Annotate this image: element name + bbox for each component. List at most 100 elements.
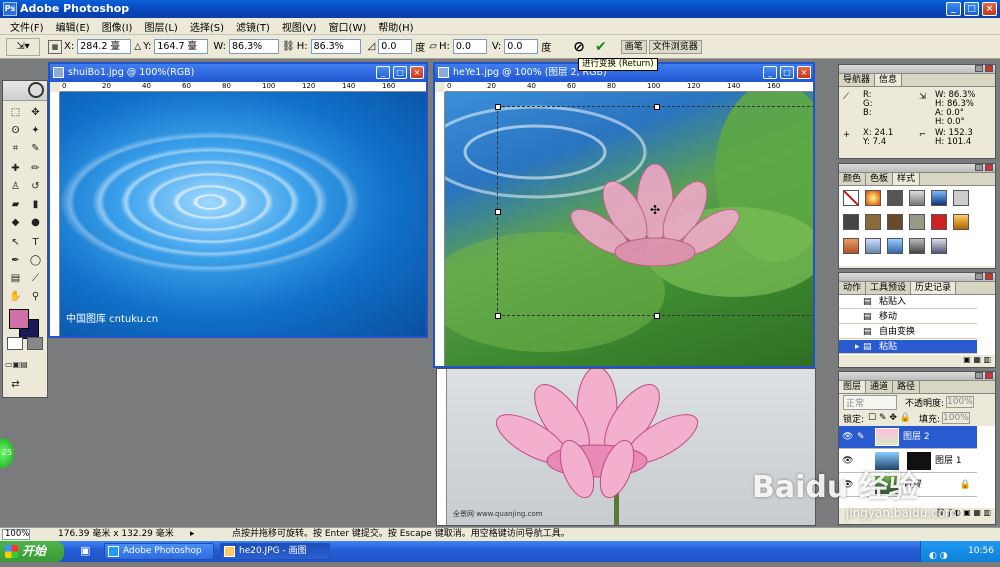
- h-input[interactable]: 86.3%: [310, 39, 361, 54]
- jump-to-imageready-icon[interactable]: ⇄: [7, 377, 24, 392]
- marquee-tool-icon[interactable]: ⬚: [7, 105, 24, 120]
- tab-color[interactable]: 颜色: [839, 173, 867, 185]
- style-swatch[interactable]: [909, 190, 925, 206]
- style-swatch[interactable]: [887, 190, 903, 206]
- commit-transform-icon[interactable]: ✔: [595, 39, 607, 55]
- menu-layer[interactable]: 图层(L): [138, 19, 183, 34]
- layer-visibility-icon[interactable]: 👁: [842, 426, 853, 449]
- history-item[interactable]: ▤ 移动: [839, 310, 977, 324]
- water-ripple-image[interactable]: 中国图库 cntuku.cn: [60, 92, 426, 336]
- tab-file-browser[interactable]: 文件浏览器: [648, 39, 702, 54]
- eyedropper-icon[interactable]: ⟋: [27, 271, 44, 286]
- tab-paths[interactable]: 路径: [893, 381, 921, 393]
- tray-icons[interactable]: ◐ ◑: [929, 546, 948, 567]
- transform-handle[interactable]: [654, 313, 660, 319]
- blur-tool-icon[interactable]: ◆: [7, 215, 24, 230]
- brush-link-icon[interactable]: ✎: [857, 426, 865, 449]
- y-input[interactable]: 164.7 臺: [154, 39, 209, 54]
- history-item[interactable]: ▤ 粘贴入: [839, 295, 977, 309]
- style-swatch[interactable]: [953, 214, 969, 230]
- panel-header[interactable]: [839, 65, 995, 74]
- style-swatch[interactable]: [953, 190, 969, 206]
- tab-tool-presets[interactable]: 工具预设: [866, 282, 912, 294]
- lasso-tool-icon[interactable]: ʘ: [7, 123, 24, 138]
- transform-handle[interactable]: [495, 313, 501, 319]
- reference-point-icon[interactable]: ▦: [48, 39, 62, 54]
- start-button[interactable]: 开始: [0, 541, 64, 562]
- panel-close-icon[interactable]: [985, 273, 993, 280]
- panel-minimize-icon[interactable]: [975, 164, 983, 171]
- magic-wand-icon[interactable]: ✦: [27, 123, 44, 138]
- panel-close-icon[interactable]: [985, 65, 993, 72]
- minimize-button[interactable]: _: [946, 2, 961, 16]
- slice-tool-icon[interactable]: ✎: [27, 141, 44, 156]
- w-input[interactable]: 86.3%: [228, 39, 279, 54]
- blend-mode-select[interactable]: 正常: [843, 394, 897, 410]
- menu-select[interactable]: 选择(S): [184, 19, 230, 34]
- maximize-button[interactable]: □: [964, 2, 979, 16]
- style-swatch[interactable]: [909, 214, 925, 230]
- tab-brushes[interactable]: 画笔: [620, 39, 647, 54]
- doc-maximize-button[interactable]: □: [393, 66, 407, 79]
- vskew-input[interactable]: 0.0: [504, 39, 539, 54]
- doc-maximize-button[interactable]: □: [780, 66, 794, 79]
- dodge-tool-icon[interactable]: ●: [27, 215, 44, 230]
- panel-header[interactable]: [839, 164, 995, 173]
- tab-info[interactable]: 信息: [875, 74, 903, 86]
- eraser-tool-icon[interactable]: ▰: [7, 197, 24, 212]
- move-tool-icon[interactable]: ✥: [27, 105, 44, 120]
- zoom-level-input[interactable]: 100%: [2, 529, 30, 540]
- transform-handle[interactable]: [495, 209, 501, 215]
- gradient-tool-icon[interactable]: ▮: [27, 197, 44, 212]
- notes-tool-icon[interactable]: ▤: [7, 271, 24, 286]
- tab-swatches[interactable]: 色板: [866, 173, 894, 185]
- menu-edit[interactable]: 编辑(E): [50, 19, 96, 34]
- screen-mode-icon[interactable]: ▭▣▤: [5, 357, 28, 372]
- style-swatch[interactable]: [887, 214, 903, 230]
- taskbar-item-photoshop[interactable]: Adobe Photoshop: [104, 543, 214, 560]
- menu-file[interactable]: 文件(F): [4, 19, 50, 34]
- menu-help[interactable]: 帮助(H): [372, 19, 419, 34]
- tab-channels[interactable]: 通道: [866, 381, 894, 393]
- x-input[interactable]: 284.2 臺: [77, 39, 132, 54]
- type-tool-icon[interactable]: T: [27, 235, 44, 250]
- panel-minimize-icon[interactable]: [975, 273, 983, 280]
- hand-tool-icon[interactable]: ✋: [7, 289, 24, 304]
- menu-window[interactable]: 窗口(W): [323, 19, 373, 34]
- tab-navigator[interactable]: 导航器: [839, 74, 876, 86]
- panel-minimize-icon[interactable]: [975, 372, 983, 379]
- style-swatch[interactable]: [843, 214, 859, 230]
- quicklaunch-desktop-icon[interactable]: ▣: [80, 544, 90, 557]
- style-swatch[interactable]: [887, 238, 903, 254]
- doc-close-button[interactable]: ×: [410, 66, 424, 79]
- style-swatch[interactable]: [909, 238, 925, 254]
- tab-styles[interactable]: 样式: [893, 173, 921, 185]
- hskew-input[interactable]: 0.0: [452, 39, 487, 54]
- transform-handle[interactable]: [654, 104, 660, 110]
- rotate-input[interactable]: 0.0: [378, 39, 413, 54]
- menu-filter[interactable]: 滤镜(T): [230, 19, 276, 34]
- transform-tool-icon[interactable]: ⇲▾: [6, 37, 40, 56]
- document-window-shuibo[interactable]: shuiBo1.jpg @ 100%(RGB) _ □ × 0 20 40 60…: [48, 62, 428, 338]
- clone-stamp-icon[interactable]: ♙: [7, 179, 24, 194]
- opacity-input[interactable]: 100%: [946, 396, 975, 408]
- history-item[interactable]: ▤ 自由变换: [839, 325, 977, 339]
- foreground-color-swatch[interactable]: [9, 309, 29, 329]
- transform-handle[interactable]: [495, 104, 501, 110]
- taskbar-item-paint[interactable]: he20.JPG - 画图: [220, 543, 330, 560]
- canvas-composite[interactable]: ✣: [445, 92, 813, 366]
- doc-minimize-button[interactable]: _: [763, 66, 777, 79]
- eye-logo-icon[interactable]: [28, 82, 44, 98]
- standard-mode-icon[interactable]: [7, 337, 23, 350]
- style-swatch[interactable]: [931, 238, 947, 254]
- quickmask-mode-icon[interactable]: [27, 337, 43, 350]
- delta-icon[interactable]: △: [134, 42, 141, 52]
- panel-close-icon[interactable]: [985, 372, 993, 379]
- path-select-icon[interactable]: ↖: [7, 235, 24, 250]
- style-swatch[interactable]: [865, 214, 881, 230]
- document-titlebar[interactable]: shuiBo1.jpg @ 100%(RGB) _ □ ×: [50, 64, 426, 82]
- cancel-transform-icon[interactable]: ⊘: [573, 39, 585, 55]
- zoom-tool-icon[interactable]: ⚲: [27, 289, 44, 304]
- history-item-selected[interactable]: ▸ ▤ 粘贴: [839, 340, 977, 354]
- status-menu-arrow-icon[interactable]: ▸: [190, 528, 195, 541]
